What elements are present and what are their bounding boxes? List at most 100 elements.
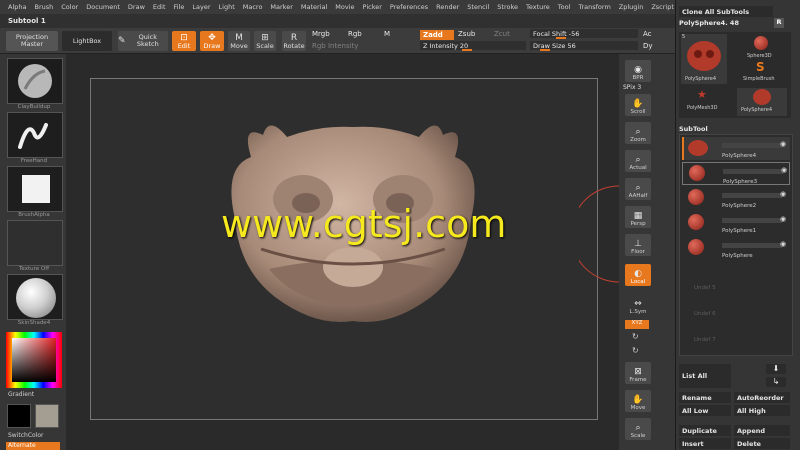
insert-button[interactable]: Insert	[679, 438, 731, 449]
mrgb-toggle[interactable]: Mrgb	[312, 30, 330, 38]
color-field[interactable]	[12, 338, 56, 382]
menu-item-zplugin[interactable]: Zplugin	[615, 3, 648, 11]
menu-item-draw[interactable]: Draw	[124, 3, 149, 11]
spix-slider[interactable]: SPix 3	[623, 84, 641, 91]
secondary-color-swatch[interactable]	[35, 404, 59, 428]
eye-icon[interactable]: ◉	[781, 166, 787, 174]
texture-selector[interactable]	[7, 220, 63, 266]
duplicate-button[interactable]: Duplicate	[679, 425, 731, 436]
subtool-toggles[interactable]	[722, 243, 782, 248]
stroke-selector[interactable]	[7, 112, 63, 158]
gradient-label[interactable]: Gradient	[8, 391, 34, 398]
persp-button[interactable]: ▦ Persp	[625, 206, 651, 228]
menu-item-material[interactable]: Material	[297, 3, 331, 11]
subtool-item[interactable]: ◉ PolySphere2	[682, 187, 790, 210]
aahalf-button[interactable]: ⌕ AAHalf	[625, 178, 651, 200]
canvas-area[interactable]: www.cgtsj.com	[66, 54, 619, 450]
lsym-button[interactable]: ⇔ L.Sym	[625, 294, 651, 316]
subtool-header[interactable]: SubTool	[679, 125, 708, 133]
menu-item-stroke[interactable]: Stroke	[493, 3, 522, 11]
menu-item-light[interactable]: Light	[215, 3, 239, 11]
r-button[interactable]: R	[774, 18, 784, 28]
main-color-swatch[interactable]	[7, 404, 31, 428]
switch-color-button[interactable]: SwitchColor	[8, 432, 44, 439]
move-button[interactable]: M Move	[228, 31, 250, 51]
draw-size-slider[interactable]: Draw Size 56	[530, 41, 638, 51]
menu-item-color[interactable]: Color	[57, 3, 82, 11]
projection-master-button[interactable]: Projection Master	[6, 31, 58, 51]
menu-item-tool[interactable]: Tool	[554, 3, 575, 11]
xyz-toggle[interactable]: XYZ	[625, 320, 649, 329]
rotate-z-icon[interactable]: ↻	[632, 346, 639, 355]
subtool-toggles[interactable]	[722, 143, 782, 148]
clone-all-subtools-button[interactable]: Clone All SubTools	[679, 6, 773, 17]
menu-item-brush[interactable]: Brush	[30, 3, 57, 11]
ac-toggle[interactable]: Ac	[643, 30, 652, 38]
tool-thumb-polysphere4-small[interactable]: PolySphere4	[737, 88, 787, 116]
scale-button[interactable]: ⊞ Scale	[254, 31, 276, 51]
subtool-item[interactable]: ◉ PolySphere1	[682, 212, 790, 235]
eye-icon[interactable]: ◉	[780, 240, 786, 248]
tool-thumb-simplebrush[interactable]: S SimpleBrush	[739, 60, 785, 84]
eye-icon[interactable]: ◉	[780, 190, 786, 198]
menu-item-zscript[interactable]: Zscript	[647, 3, 678, 11]
menu-item-render[interactable]: Render	[432, 3, 463, 11]
alternate-button[interactable]: Alternate	[6, 442, 60, 450]
menu-item-file[interactable]: File	[170, 3, 189, 11]
dragon-head-model[interactable]	[91, 79, 599, 421]
z-intensity-slider[interactable]: Z Intensity 20	[420, 41, 526, 51]
menu-item-alpha[interactable]: Alpha	[4, 3, 30, 11]
rotate-button[interactable]: R Rotate	[282, 31, 306, 51]
move-view-button[interactable]: ✋ Move	[625, 390, 651, 412]
zoom-button[interactable]: ⌕ Zoom	[625, 122, 651, 144]
actual-button[interactable]: ⌕ Actual	[625, 150, 651, 172]
bpr-button[interactable]: ◉ BPR	[625, 60, 651, 82]
zsub-toggle[interactable]: Zsub	[458, 30, 475, 38]
subtool-toggles[interactable]	[722, 193, 782, 198]
lightbox-button[interactable]: LightBox	[62, 31, 112, 51]
move-down-icon[interactable]: ↳	[766, 377, 786, 387]
menu-item-stencil[interactable]: Stencil	[463, 3, 493, 11]
focal-shift-slider[interactable]: Focal Shift -56	[530, 29, 638, 39]
zadd-toggle[interactable]: Zadd	[420, 30, 454, 40]
all-low-button[interactable]: All Low	[679, 405, 731, 416]
eye-icon[interactable]: ◉	[780, 215, 786, 223]
tool-thumb-polymesh3d[interactable]: ★ PolyMesh3D	[681, 88, 727, 116]
menu-item-edit[interactable]: Edit	[149, 3, 170, 11]
rename-button[interactable]: Rename	[679, 392, 731, 403]
menu-item-movie[interactable]: Movie	[331, 3, 358, 11]
dy-toggle[interactable]: Dy	[643, 42, 653, 50]
scale-view-button[interactable]: ⌕ Scale	[625, 418, 651, 440]
subtool-item[interactable]: ◉ PolySphere	[682, 237, 790, 260]
frame-button[interactable]: ⊠ Frame	[625, 362, 651, 384]
list-all-button[interactable]: List All	[679, 364, 731, 388]
alpha-selector[interactable]	[7, 166, 63, 212]
quick-sketch-button[interactable]: ✎ Quick Sketch	[118, 31, 168, 51]
subtool-toggles[interactable]	[723, 169, 783, 174]
menu-item-transform[interactable]: Transform	[574, 3, 614, 11]
material-selector[interactable]	[7, 274, 63, 320]
floor-button[interactable]: ⊥ Floor	[625, 234, 651, 256]
draw-button[interactable]: ✥ Draw	[200, 31, 224, 51]
rgb-toggle[interactable]: Rgb	[348, 30, 362, 38]
color-picker[interactable]	[6, 332, 62, 388]
menu-item-texture[interactable]: Texture	[522, 3, 554, 11]
tool-thumb-polysphere4[interactable]: 5 PolySphere4	[681, 34, 727, 84]
subtool-item-active[interactable]: ◉ PolySphere4	[682, 137, 790, 160]
menu-item-document[interactable]: Document	[82, 3, 124, 11]
zcut-toggle[interactable]: Zcut	[494, 30, 510, 38]
move-up-icon[interactable]: ⬇	[766, 364, 786, 374]
delete-button[interactable]: Delete	[734, 438, 790, 449]
document-viewport[interactable]	[90, 78, 598, 420]
menu-item-macro[interactable]: Macro	[239, 3, 267, 11]
subtool-item[interactable]: ◉ PolySphere3	[682, 162, 790, 185]
edit-button[interactable]: ⊡ Edit	[172, 31, 196, 51]
tool-thumb-sphere3d[interactable]: Sphere3D	[739, 34, 785, 62]
scroll-button[interactable]: ✋ Scroll	[625, 94, 651, 116]
rotate-y-icon[interactable]: ↻	[632, 332, 639, 341]
menu-item-marker[interactable]: Marker	[266, 3, 296, 11]
m-toggle[interactable]: M	[384, 30, 390, 38]
subtool-toggles[interactable]	[722, 218, 782, 223]
local-button[interactable]: ◐ Local	[625, 264, 651, 286]
all-high-button[interactable]: All High	[734, 405, 790, 416]
